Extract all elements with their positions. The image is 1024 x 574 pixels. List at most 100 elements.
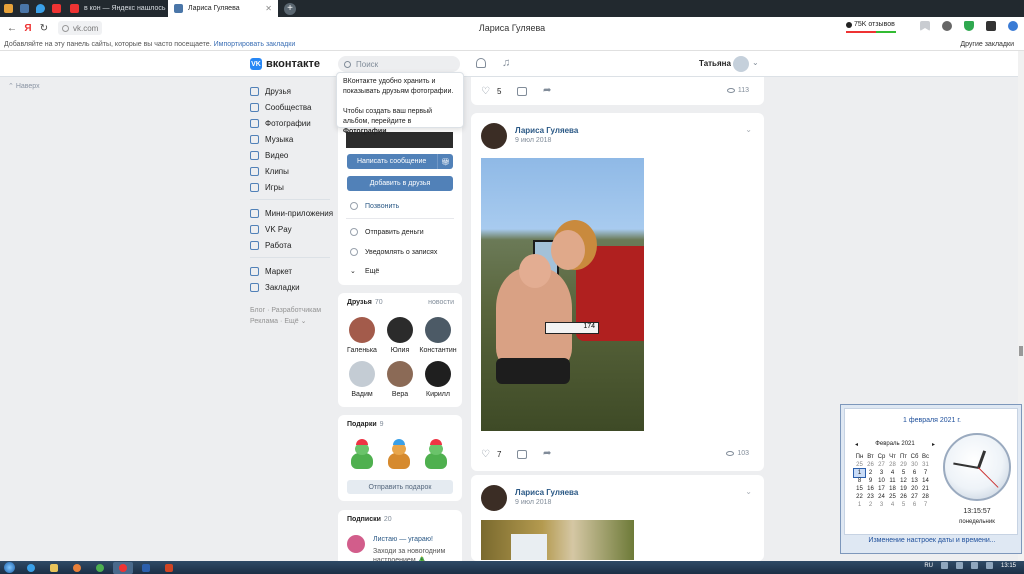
next-month-arrow-icon[interactable]: ▸ — [932, 441, 935, 448]
gift-snake-icon[interactable] — [348, 439, 376, 469]
post-date[interactable]: 9 июл 2018 — [515, 137, 551, 144]
chevron-down-icon[interactable]: ⌄ — [752, 58, 759, 67]
calendar-day[interactable]: 4 — [887, 469, 898, 477]
send-message-button[interactable]: Написать сообщение 🎁︎ — [347, 154, 453, 169]
taskbar-app-media[interactable] — [67, 562, 87, 574]
calendar-day[interactable]: 13 — [909, 477, 920, 485]
calendar-day[interactable]: 29 — [898, 461, 909, 469]
friend-item[interactable]: Кирилл — [418, 361, 458, 398]
share-icon[interactable]: ➦ — [543, 448, 551, 459]
calendar-day[interactable]: 8 — [854, 477, 865, 485]
avatar[interactable] — [481, 485, 507, 511]
more-action[interactable]: ⌄ Ещё — [350, 267, 379, 276]
share-icon[interactable]: ➦ — [543, 85, 551, 96]
calendar-day[interactable]: 3 — [876, 469, 887, 477]
vk-logo[interactable]: VK вконтакте — [250, 58, 320, 70]
nav-item-communities[interactable]: Сообщества — [250, 99, 340, 115]
taskbar-clock[interactable]: 13:15 — [1001, 563, 1016, 569]
taskbar-app-explorer[interactable] — [44, 562, 64, 574]
close-icon[interactable]: ✕ — [265, 4, 272, 13]
yandex-home-icon[interactable]: Я — [20, 23, 36, 34]
avatar[interactable] — [733, 56, 749, 72]
tooltip-photos-link[interactable]: Фотографии — [343, 128, 387, 135]
back-arrow-icon[interactable]: ← — [4, 23, 20, 34]
other-bookmarks[interactable]: Другие закладки — [960, 39, 1014, 51]
url-field[interactable]: vk.com — [58, 21, 103, 35]
calendar-day[interactable]: 25 — [854, 461, 865, 469]
nav-item-photos[interactable]: Фотографии — [250, 115, 340, 131]
notifications-bell-icon[interactable] — [476, 58, 486, 68]
nav-item-clips[interactable]: Клипы — [250, 163, 340, 179]
calendar-day[interactable]: 5 — [898, 501, 909, 509]
pinned-tab-yandex[interactable] — [48, 0, 64, 17]
nav-item-mini-apps[interactable]: Мини-приложения — [250, 205, 340, 221]
add-friend-button[interactable]: Добавить в друзья — [347, 176, 453, 191]
nav-item-bookmarks[interactable]: Закладки — [250, 279, 340, 295]
footer-blog[interactable]: Блог — [250, 307, 265, 314]
calendar-month[interactable]: Февраль 2021 — [875, 441, 914, 447]
calendar-day[interactable]: 27 — [876, 461, 887, 469]
calendar-day[interactable]: 6 — [909, 501, 920, 509]
comment-icon[interactable] — [517, 87, 527, 96]
calendar-day[interactable]: 20 — [909, 485, 920, 493]
calendar-day[interactable]: 7 — [920, 501, 931, 509]
send-money-action[interactable]: Отправить деньги — [350, 228, 424, 236]
nav-item-music[interactable]: Музыка — [250, 131, 340, 147]
calendar-day[interactable]: 7 — [920, 469, 931, 477]
calendar-day[interactable]: 28 — [887, 461, 898, 469]
calendar-day[interactable]: 22 — [854, 493, 865, 501]
reviews-badge[interactable]: 75K отзывов — [846, 21, 896, 33]
user-name[interactable]: Татьяна — [699, 59, 731, 68]
music-note-icon[interactable]: ♫ — [502, 57, 510, 69]
notify-action[interactable]: Уведомлять о записях — [350, 248, 437, 256]
taskbar-app-yandex[interactable] — [113, 561, 133, 574]
prev-month-arrow-icon[interactable]: ◂ — [855, 441, 858, 448]
comment-icon[interactable] — [517, 450, 527, 459]
calendar-day[interactable]: 10 — [876, 477, 887, 485]
calendar-day[interactable]: 31 — [920, 461, 931, 469]
calendar-day[interactable]: 11 — [887, 477, 898, 485]
volume-icon[interactable] — [970, 562, 978, 569]
friends-news-link[interactable]: новости — [428, 299, 454, 306]
language-indicator[interactable]: RU — [924, 563, 933, 569]
back-to-top[interactable]: ⌃ Наверх — [8, 82, 40, 90]
nav-item-market[interactable]: Маркет — [250, 263, 340, 279]
send-gift-button[interactable]: Отправить подарок — [347, 480, 453, 494]
calendar-day[interactable]: 6 — [909, 469, 920, 477]
friend-item[interactable]: Константин — [418, 317, 458, 354]
post-author[interactable]: Лариса Гуляева — [515, 126, 578, 135]
gift-icon[interactable]: 🎁︎ — [437, 154, 453, 169]
new-tab-button[interactable]: + — [284, 2, 296, 15]
reload-icon[interactable]: ↻ — [36, 23, 52, 34]
avatar[interactable] — [347, 535, 365, 553]
friend-item[interactable]: Галенька — [342, 317, 382, 354]
calendar-day[interactable]: 1 — [853, 468, 866, 478]
subs-title[interactable]: Подписки 20 — [347, 516, 392, 523]
downloads-icon[interactable] — [1008, 21, 1018, 31]
calendar-day[interactable]: 25 — [887, 493, 898, 501]
nav-item-work[interactable]: Работа — [250, 237, 340, 253]
calendar-day[interactable]: 2 — [865, 469, 876, 477]
battery-icon[interactable] — [985, 562, 993, 569]
calendar-day[interactable]: 26 — [898, 493, 909, 501]
calendar-day[interactable]: 2 — [865, 501, 876, 509]
heart-icon[interactable]: ♡ — [481, 449, 490, 460]
calendar-day[interactable]: 23 — [865, 493, 876, 501]
calendar-day[interactable]: 14 — [920, 477, 931, 485]
extension2-icon[interactable] — [986, 21, 996, 31]
nav-item-friends[interactable]: Друзья — [250, 83, 340, 99]
post-photo[interactable] — [481, 520, 634, 560]
calendar-day[interactable]: 24 — [876, 493, 887, 501]
taskbar-app-chrome[interactable] — [90, 562, 110, 574]
calendar-date-title[interactable]: 1 февраля 2021 г. — [845, 417, 1019, 424]
scrollbar-thumb[interactable] — [1019, 346, 1023, 356]
calendar-day[interactable]: 30 — [909, 461, 920, 469]
friend-item[interactable]: Юлия — [380, 317, 420, 354]
footer-ads[interactable]: Реклама — [250, 318, 278, 325]
calendar-day[interactable]: 3 — [876, 501, 887, 509]
search-input[interactable]: Поиск — [338, 56, 460, 72]
call-action[interactable]: Позвонить — [350, 202, 399, 210]
avatar[interactable] — [481, 123, 507, 149]
pinned-tab-drop[interactable] — [32, 0, 48, 17]
calendar-day[interactable]: 1 — [854, 501, 865, 509]
